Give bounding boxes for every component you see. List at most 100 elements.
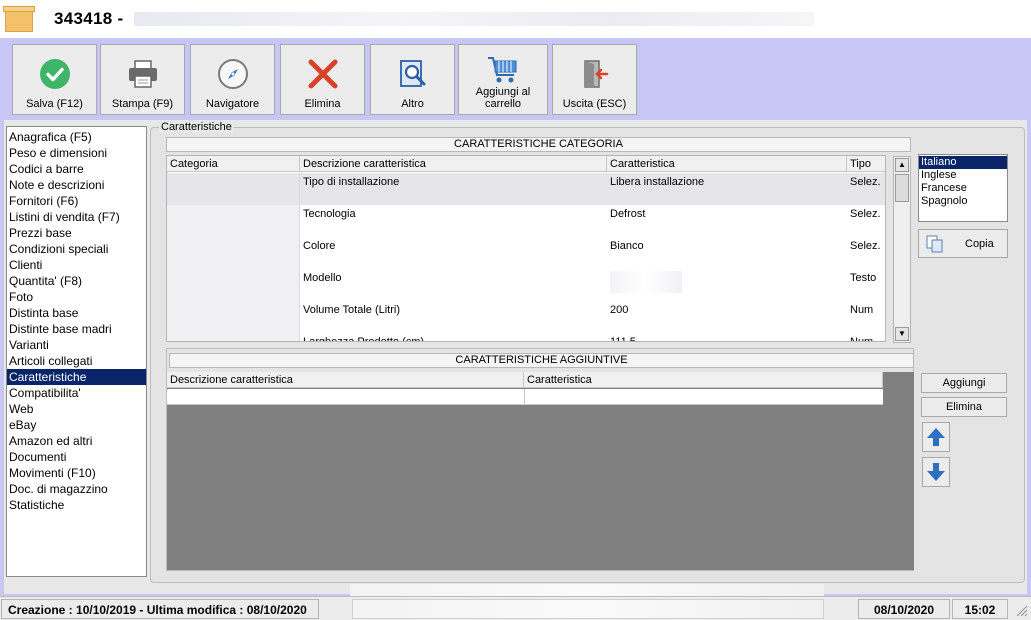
sidebar-item-note-descrizioni[interactable]: Note e descrizioni bbox=[7, 177, 146, 193]
cell-categoria bbox=[167, 301, 300, 333]
sidebar-item-compatibilita[interactable]: Compatibilita' bbox=[7, 385, 146, 401]
print-button-label: Stampa (F9) bbox=[111, 98, 174, 110]
language-list[interactable]: Italiano Inglese Francese Spagnolo bbox=[918, 154, 1008, 222]
category-section-header: CARATTERISTICHE CATEGORIA bbox=[166, 137, 911, 152]
table-row[interactable]: Modello Testo bbox=[167, 269, 885, 301]
table-row[interactable]: Tipo di installazione Libera installazio… bbox=[167, 173, 885, 205]
cell-caratteristica[interactable]: Defrost bbox=[607, 205, 847, 237]
status-bar: Creazione : 10/10/2019 - Ultima modifica… bbox=[0, 596, 1031, 620]
sidebar-item-doc-magazzino[interactable]: Doc. di magazzino bbox=[7, 481, 146, 497]
redacted-value bbox=[610, 271, 682, 293]
move-down-button[interactable] bbox=[922, 457, 950, 487]
language-item-inglese[interactable]: Inglese bbox=[919, 169, 1007, 182]
navigator-button-label: Navigatore bbox=[205, 98, 260, 110]
save-button[interactable]: Salva (F12) bbox=[12, 44, 97, 115]
cell-descrizione: Tecnologia bbox=[303, 208, 356, 220]
move-up-button[interactable] bbox=[922, 422, 950, 452]
cell-tipo: Num bbox=[850, 336, 874, 342]
sidebar-item-foto[interactable]: Foto bbox=[7, 289, 146, 305]
column-header-descrizione[interactable]: Descrizione caratteristica bbox=[300, 156, 607, 172]
grid-vertical-scrollbar[interactable]: ▲ ▼ bbox=[893, 156, 911, 343]
sidebar-item-quantita[interactable]: Quantita' (F8) bbox=[7, 273, 146, 289]
sidebar-item-peso-dimensioni[interactable]: Peso e dimensioni bbox=[7, 145, 146, 161]
copy-button[interactable]: Copia bbox=[918, 229, 1008, 258]
copy-button-label: Copia bbox=[965, 238, 994, 250]
toolbar: Salva (F12) Stampa (F9) Navigatore Elimi… bbox=[0, 38, 1031, 118]
sidebar-item-statistiche[interactable]: Statistiche bbox=[7, 497, 146, 513]
category-characteristics-grid: Categoria Descrizione caratteristica Car… bbox=[166, 155, 886, 342]
resize-grip-icon[interactable] bbox=[1012, 601, 1028, 617]
scroll-down-arrow-icon[interactable]: ▼ bbox=[895, 327, 909, 341]
add-to-cart-button[interactable]: Aggiungi al carrello bbox=[458, 44, 548, 115]
sidebar-item-clienti[interactable]: Clienti bbox=[7, 257, 146, 273]
sidebar-item-distinta-base[interactable]: Distinta base bbox=[7, 305, 146, 321]
table-row[interactable]: Colore Bianco Selez. bbox=[167, 237, 885, 269]
extra-section-header: CARATTERISTICHE AGGIUNTIVE bbox=[169, 353, 914, 368]
add-characteristic-button[interactable]: Aggiungi bbox=[921, 373, 1007, 393]
language-item-francese[interactable]: Francese bbox=[919, 182, 1007, 195]
search-document-icon bbox=[396, 57, 430, 91]
sidebar-item-anagrafica[interactable]: Anagrafica (F5) bbox=[7, 129, 146, 145]
sidebar-item-distinte-base-madri[interactable]: Distinte base madri bbox=[7, 321, 146, 337]
cell-tipo: Selez. bbox=[850, 240, 881, 252]
more-button[interactable]: Altro bbox=[370, 44, 455, 115]
print-button[interactable]: Stampa (F9) bbox=[100, 44, 185, 115]
language-item-spagnolo[interactable]: Spagnolo bbox=[919, 195, 1007, 208]
sidebar-item-codici-barre[interactable]: Codici a barre bbox=[7, 161, 146, 177]
cell-caratteristica[interactable]: Bianco bbox=[607, 237, 847, 269]
sidebar-item-caratteristiche[interactable]: Caratteristiche bbox=[7, 369, 146, 385]
window-title: 343418 - bbox=[54, 9, 124, 28]
cell-caratteristica[interactable]: 200 bbox=[607, 301, 847, 333]
grid-header-row: Descrizione caratteristica Caratteristic… bbox=[167, 372, 883, 388]
status-redacted-segment bbox=[352, 599, 824, 619]
table-row[interactable] bbox=[167, 389, 883, 405]
column-header-categoria[interactable]: Categoria bbox=[167, 156, 300, 172]
language-item-italiano[interactable]: Italiano bbox=[919, 156, 1007, 169]
exit-button[interactable]: Uscita (ESC) bbox=[552, 44, 637, 115]
sidebar-item-web[interactable]: Web bbox=[7, 401, 146, 417]
column-header-caratteristica[interactable]: Caratteristica bbox=[607, 156, 847, 172]
status-time: 15:02 bbox=[952, 599, 1008, 619]
sidebar-item-documenti[interactable]: Documenti bbox=[7, 449, 146, 465]
cell-descrizione: Larghezza Prodotto (cm) bbox=[303, 336, 425, 342]
scroll-thumb[interactable] bbox=[895, 174, 909, 202]
column-header-tipo[interactable]: Tipo bbox=[847, 156, 885, 172]
delete-button-label: Elimina bbox=[304, 98, 341, 110]
cell-caratteristica[interactable]: 111,5 bbox=[607, 333, 847, 341]
table-row[interactable]: Volume Totale (Litri) 200 Num bbox=[167, 301, 885, 333]
cell-caratteristica[interactable]: Libera installazione bbox=[607, 173, 847, 205]
arrow-down-icon bbox=[927, 463, 945, 481]
grid-header-row: Categoria Descrizione caratteristica Car… bbox=[167, 156, 885, 172]
status-date: 08/10/2020 bbox=[858, 599, 950, 619]
copy-documents-icon bbox=[925, 234, 945, 257]
sidebar-item-fornitori[interactable]: Fornitori (F6) bbox=[7, 193, 146, 209]
sidebar-item-condizioni-speciali[interactable]: Condizioni speciali bbox=[7, 241, 146, 257]
status-dates: Creazione : 10/10/2019 - Ultima modifica… bbox=[1, 599, 319, 619]
sidebar-item-listini-vendita[interactable]: Listini di vendita (F7) bbox=[7, 209, 146, 225]
sidebar-item-movimenti[interactable]: Movimenti (F10) bbox=[7, 465, 146, 481]
exit-button-label: Uscita (ESC) bbox=[562, 98, 627, 110]
cell-descrizione: Colore bbox=[303, 240, 336, 252]
sidebar-item-articoli-collegati[interactable]: Articoli collegati bbox=[7, 353, 146, 369]
delete-button[interactable]: Elimina bbox=[280, 44, 365, 115]
navigator-button[interactable]: Navigatore bbox=[190, 44, 275, 115]
red-x-icon bbox=[306, 57, 340, 91]
cell-tipo: Num bbox=[850, 304, 874, 316]
table-row[interactable]: Tecnologia Defrost Selez. bbox=[167, 205, 885, 237]
compass-icon bbox=[216, 57, 250, 91]
column-header-descrizione[interactable]: Descrizione caratteristica bbox=[167, 372, 524, 388]
column-header-caratteristica[interactable]: Caratteristica bbox=[524, 372, 883, 388]
more-button-label: Altro bbox=[401, 98, 424, 110]
printer-icon bbox=[126, 57, 160, 91]
sidebar-item-prezzi-base[interactable]: Prezzi base bbox=[7, 225, 146, 241]
delete-characteristic-button[interactable]: Elimina bbox=[921, 397, 1007, 417]
table-row[interactable]: Larghezza Prodotto (cm) 111,5 Num bbox=[167, 333, 885, 342]
group-title: Caratteristiche bbox=[159, 121, 234, 133]
cell-caratteristica[interactable] bbox=[607, 269, 847, 301]
arrow-up-icon bbox=[927, 428, 945, 446]
cell-categoria bbox=[167, 333, 300, 341]
sidebar-item-varianti[interactable]: Varianti bbox=[7, 337, 146, 353]
sidebar-item-amazon[interactable]: Amazon ed altri bbox=[7, 433, 146, 449]
scroll-up-arrow-icon[interactable]: ▲ bbox=[895, 158, 909, 172]
sidebar-item-ebay[interactable]: eBay bbox=[7, 417, 146, 433]
